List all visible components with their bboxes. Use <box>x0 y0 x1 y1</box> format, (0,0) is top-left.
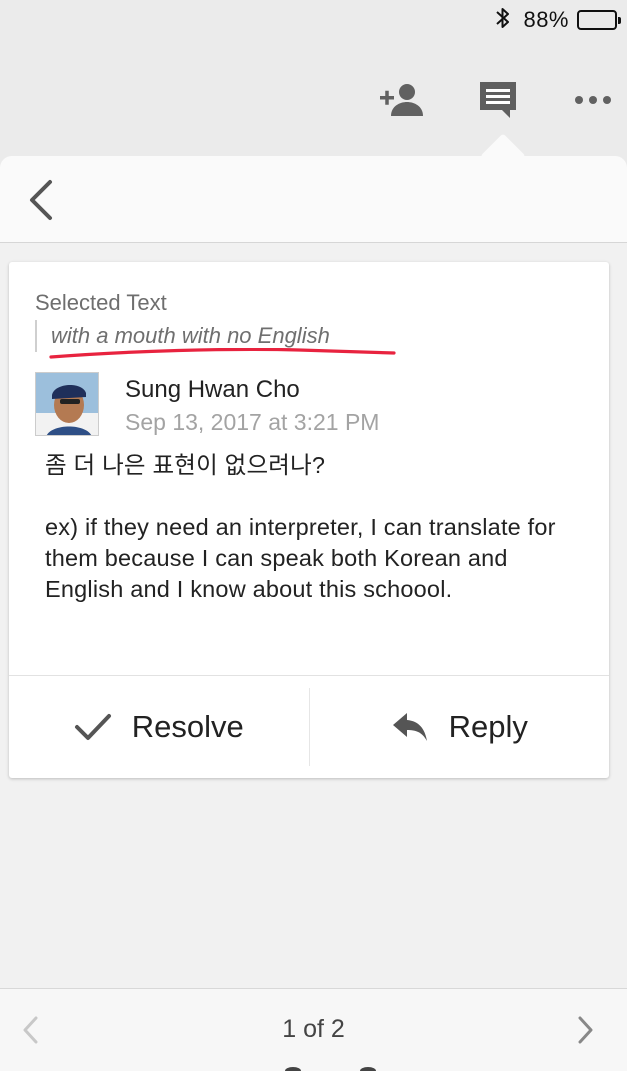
pager: 1 of 2 <box>0 988 627 1071</box>
battery-icon <box>577 10 621 30</box>
checkmark-icon <box>74 714 111 740</box>
resolve-button[interactable]: Resolve <box>9 676 309 778</box>
next-page-button[interactable] <box>572 1013 600 1047</box>
panel-header <box>0 156 627 243</box>
chevron-left-icon <box>30 180 52 220</box>
comment-body: 좀 더 나은 표현이 없으려나? ex) if they need an int… <box>45 450 590 605</box>
comment-timestamp: Sep 13, 2017 at 3:21 PM <box>125 409 380 435</box>
comment-body-line: ex) if they need an interpreter, I can t… <box>45 514 556 602</box>
add-person-icon[interactable] <box>372 70 432 130</box>
back-button[interactable] <box>18 176 64 224</box>
resolve-label: Resolve <box>131 709 244 744</box>
comment-actions: Resolve Reply <box>9 675 609 778</box>
reply-icon <box>392 713 427 741</box>
red-underline-annotation <box>49 348 396 359</box>
selected-text-label: Selected Text <box>35 290 167 315</box>
pager-counter: 1 of 2 <box>282 1015 345 1043</box>
reply-button[interactable]: Reply <box>308 688 610 766</box>
chevron-right-icon <box>578 1016 593 1044</box>
bluetooth-icon <box>495 6 511 35</box>
more-icon[interactable] <box>565 70 621 130</box>
comment-author: Sung Hwan Cho <box>125 376 300 403</box>
home-indicator <box>285 1067 376 1071</box>
comment-card: Selected Text with a mouth with no Engli… <box>9 262 609 778</box>
panel-caret <box>480 132 526 158</box>
avatar <box>35 372 99 436</box>
battery-percent: 88% <box>523 7 569 32</box>
reply-label: Reply <box>448 709 528 744</box>
toolbar <box>0 70 627 130</box>
comment-body-line: 좀 더 나은 표현이 없으려나? <box>45 452 326 478</box>
status-bar: 88% <box>0 0 627 40</box>
comment-icon[interactable] <box>468 70 528 130</box>
